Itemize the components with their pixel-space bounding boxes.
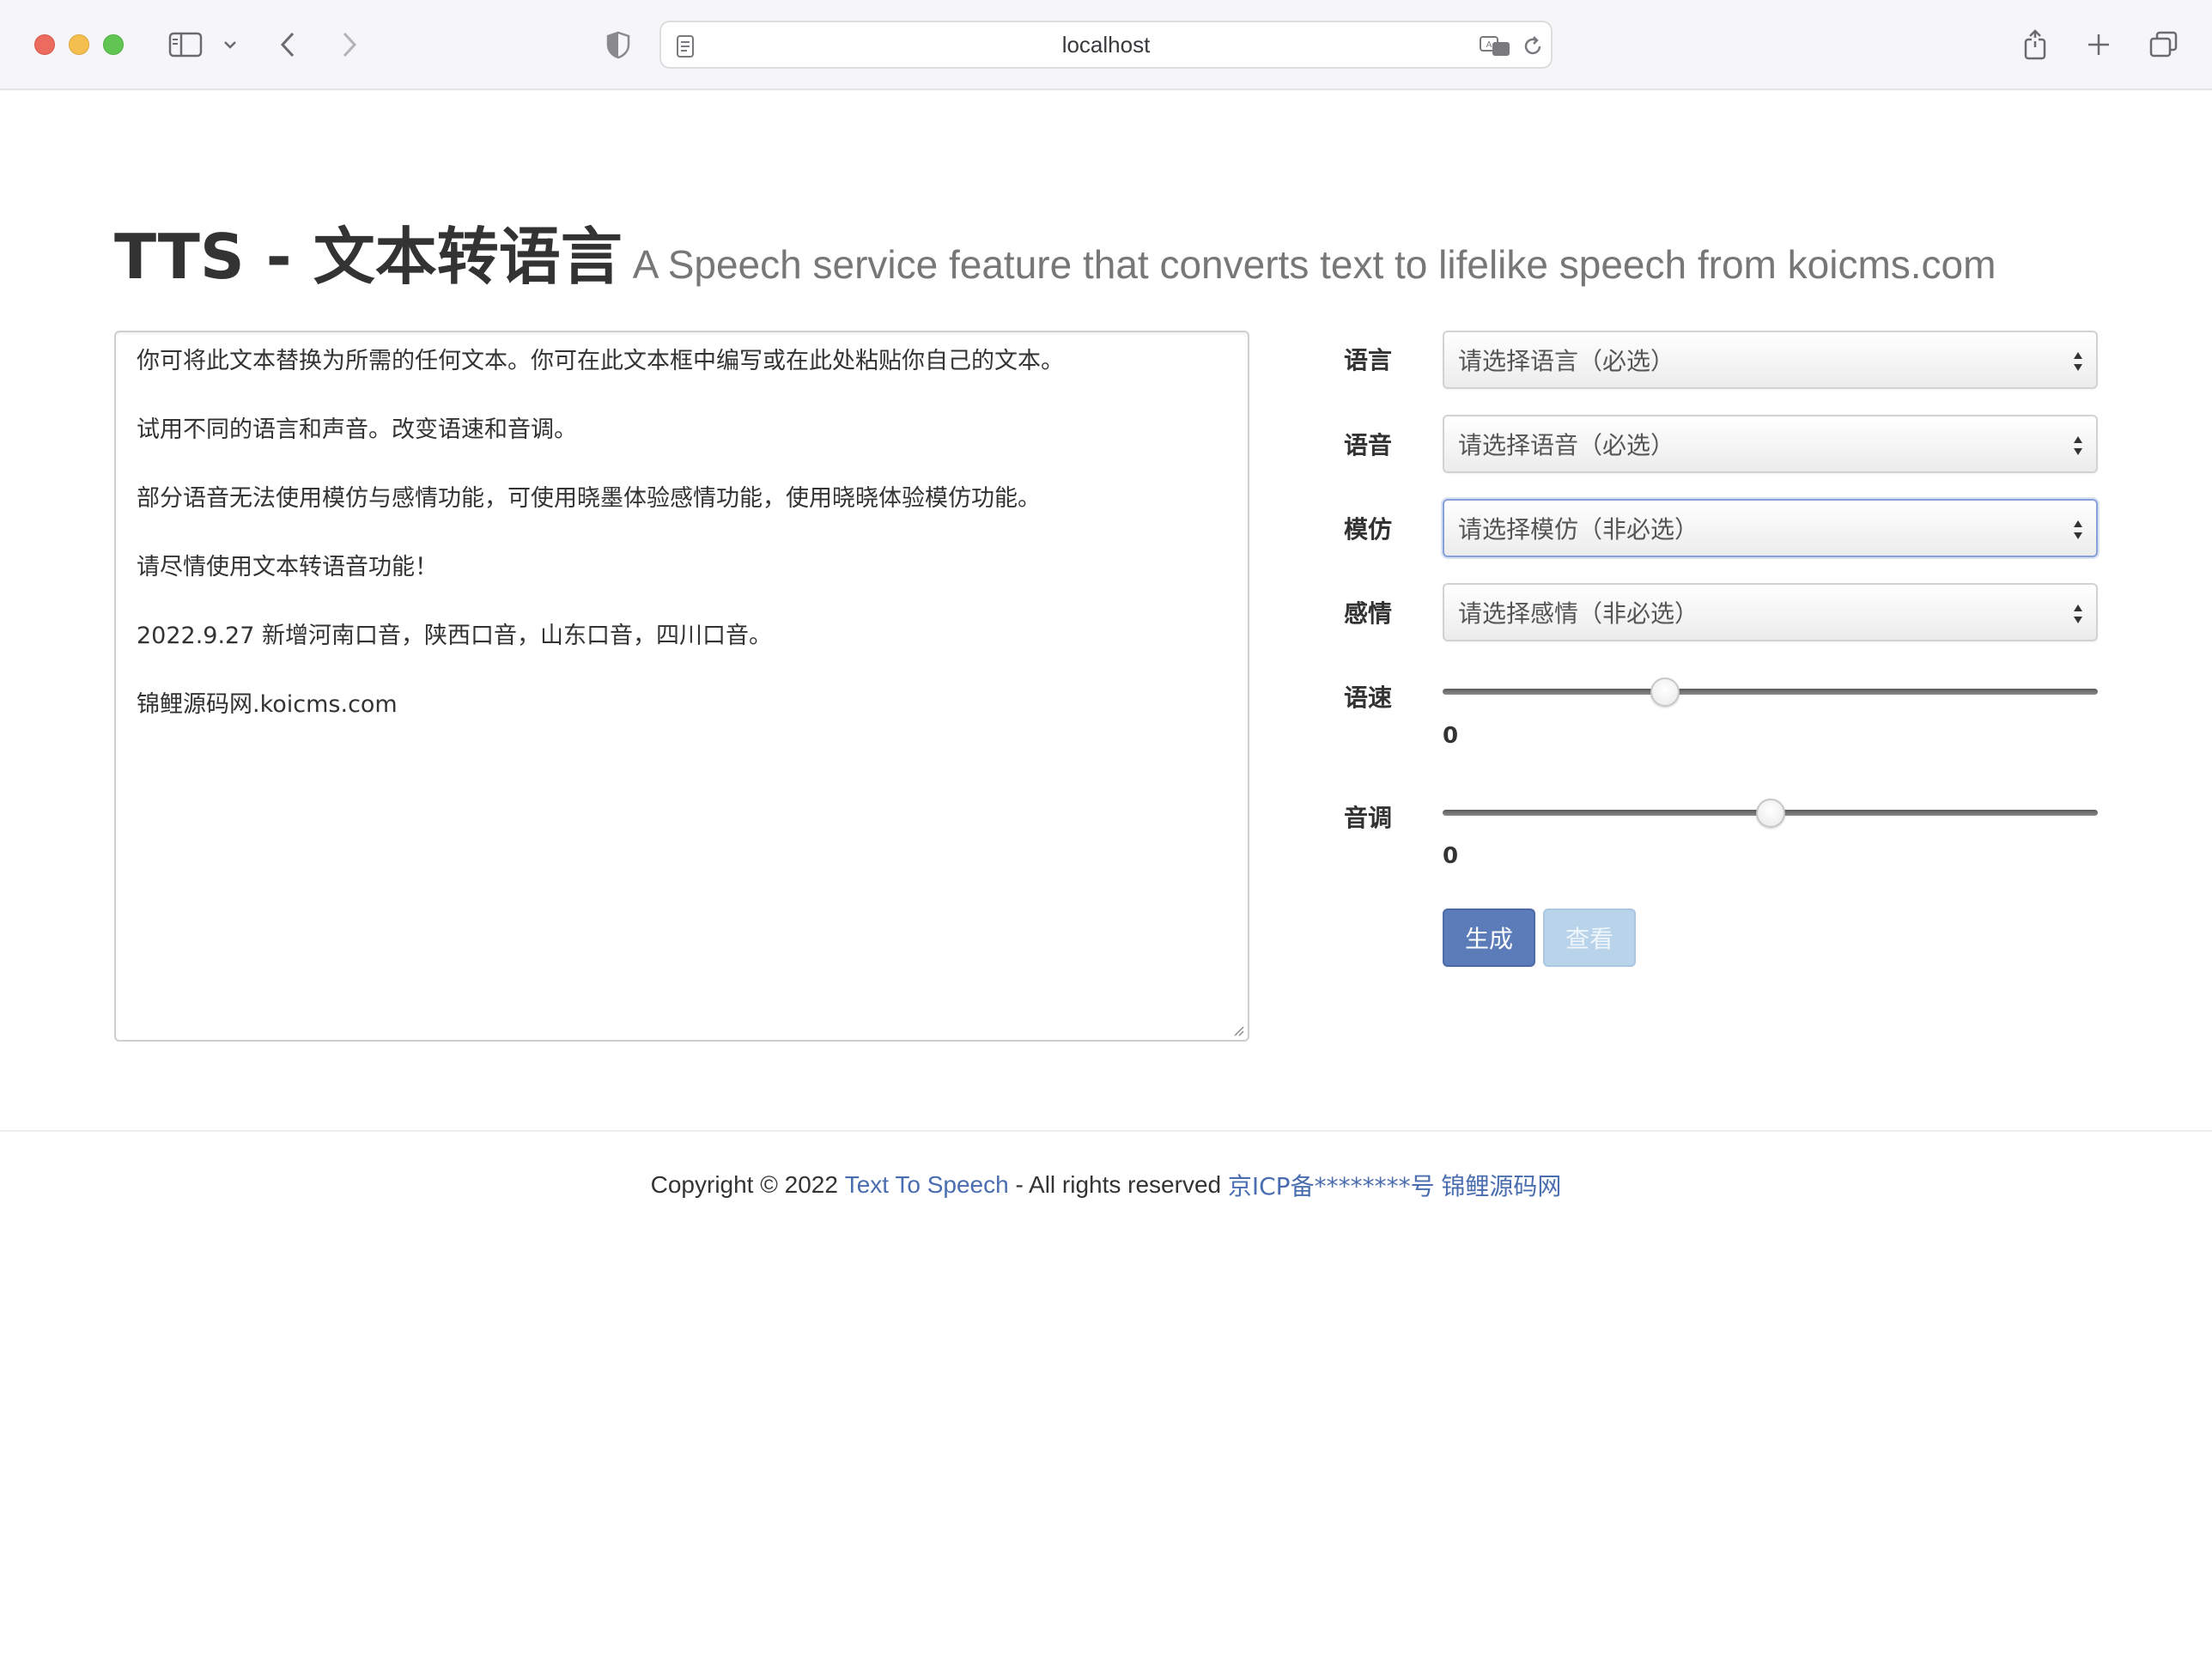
close-window-button[interactable] — [34, 34, 55, 55]
new-tab-plus-icon[interactable] — [2083, 24, 2114, 65]
emotion-select[interactable]: 请选择感情（非必选） — [1443, 583, 2098, 641]
voice-label: 语音 — [1344, 431, 1393, 459]
emotion-label: 感情 — [1344, 599, 1393, 628]
footer: Copyright © 2022 Text To Speech - All ri… — [0, 1164, 2212, 1206]
voice-select-value: 请选择语音（必选） — [1458, 431, 1675, 459]
reload-icon[interactable] — [1522, 34, 1544, 62]
rate-value: 0 — [1443, 723, 1459, 749]
rate-slider-track[interactable] — [1443, 689, 2098, 695]
footer-divider — [0, 1130, 2212, 1132]
url-text: localhost — [1061, 31, 1151, 58]
language-select[interactable]: 请选择语言（必选） — [1443, 331, 2098, 389]
select-arrows-icon — [2074, 352, 2082, 371]
page-title-main: TTS - 文本转语言 — [114, 221, 623, 293]
svg-text:A: A — [1486, 40, 1492, 50]
privacy-shield-icon[interactable] — [601, 24, 635, 65]
language-select-value: 请选择语言（必选） — [1458, 347, 1675, 375]
resize-grip-icon[interactable] — [1232, 1024, 1244, 1036]
text-line: 锦鲤源码网.koicms.com — [137, 691, 398, 718]
emotion-select-value: 请选择感情（非必选） — [1458, 599, 1699, 628]
text-line: 你可将此文本替换为所需的任何文本。你可在此文本框中编写或在此处粘贴你自己的文本。 — [137, 348, 1064, 374]
page-title: TTS - 文本转语言 A Speech service feature that… — [114, 206, 2089, 293]
footer-copyright: Copyright © 2022 — [650, 1171, 838, 1198]
imitate-label: 模仿 — [1344, 515, 1393, 544]
text-line: 试用不同的语言和声音。改变语速和音调。 — [137, 416, 577, 443]
chevron-down-icon[interactable] — [220, 24, 240, 65]
minimize-window-button[interactable] — [69, 34, 89, 55]
text-line: 2022.9.27 新增河南口音，陕西口音，山东口音，四川口音。 — [137, 623, 772, 649]
select-arrows-icon — [2074, 520, 2082, 539]
select-arrows-icon — [2074, 436, 2082, 455]
imitate-select-value: 请选择模仿（非必选） — [1458, 515, 1699, 544]
pitch-value: 0 — [1443, 843, 1459, 869]
text-line: 请尽情使用文本转语音功能！ — [137, 554, 438, 580]
text-line: 部分语音无法使用模仿与感情功能，可使用晓墨体验感情功能，使用晓晓体验模仿功能。 — [137, 485, 1041, 512]
translate-icon[interactable]: A — [1479, 34, 1513, 62]
pitch-slider[interactable] — [1443, 799, 2098, 828]
language-label: 语言 — [1344, 346, 1393, 374]
text-input-area[interactable]: 你可将此文本替换为所需的任何文本。你可在此文本框中编写或在此处粘贴你自己的文本。… — [114, 331, 1249, 1042]
page-subtitle: A Speech service feature that converts t… — [632, 242, 1996, 287]
browser-toolbar: localhost A — [0, 0, 2212, 90]
rate-slider-thumb[interactable] — [1650, 678, 1680, 707]
back-arrow-icon[interactable] — [273, 24, 302, 65]
zoom-window-button[interactable] — [103, 34, 124, 55]
site-link[interactable]: Text To Speech — [845, 1171, 1009, 1199]
pitch-label: 音调 — [1344, 804, 1393, 832]
voice-select[interactable]: 请选择语音（必选） — [1443, 415, 2098, 473]
rate-slider[interactable] — [1443, 678, 2098, 707]
footer-rights: - All rights reserved — [1015, 1171, 1222, 1198]
forward-arrow-icon[interactable] — [335, 24, 364, 65]
icp-link[interactable]: 京ICP备********号 — [1228, 1168, 1435, 1202]
view-button[interactable]: 查看 — [1543, 908, 1636, 967]
tab-overview-icon[interactable] — [2147, 24, 2181, 65]
sidebar-toggle-icon[interactable] — [163, 24, 208, 65]
pitch-slider-thumb[interactable] — [1755, 799, 1785, 828]
rate-label: 语速 — [1344, 684, 1393, 712]
text-input[interactable]: 你可将此文本替换为所需的任何文本。你可在此文本框中编写或在此处粘贴你自己的文本。… — [116, 332, 1248, 1040]
share-icon[interactable] — [2020, 24, 2051, 65]
imitate-select[interactable]: 请选择模仿（非必选） — [1443, 499, 2098, 557]
address-bar[interactable]: localhost A — [659, 21, 1553, 69]
brand-link[interactable]: 锦鲤源码网 — [1441, 1168, 1561, 1202]
select-arrows-icon — [2074, 605, 2082, 623]
generate-button[interactable]: 生成 — [1443, 908, 1535, 967]
